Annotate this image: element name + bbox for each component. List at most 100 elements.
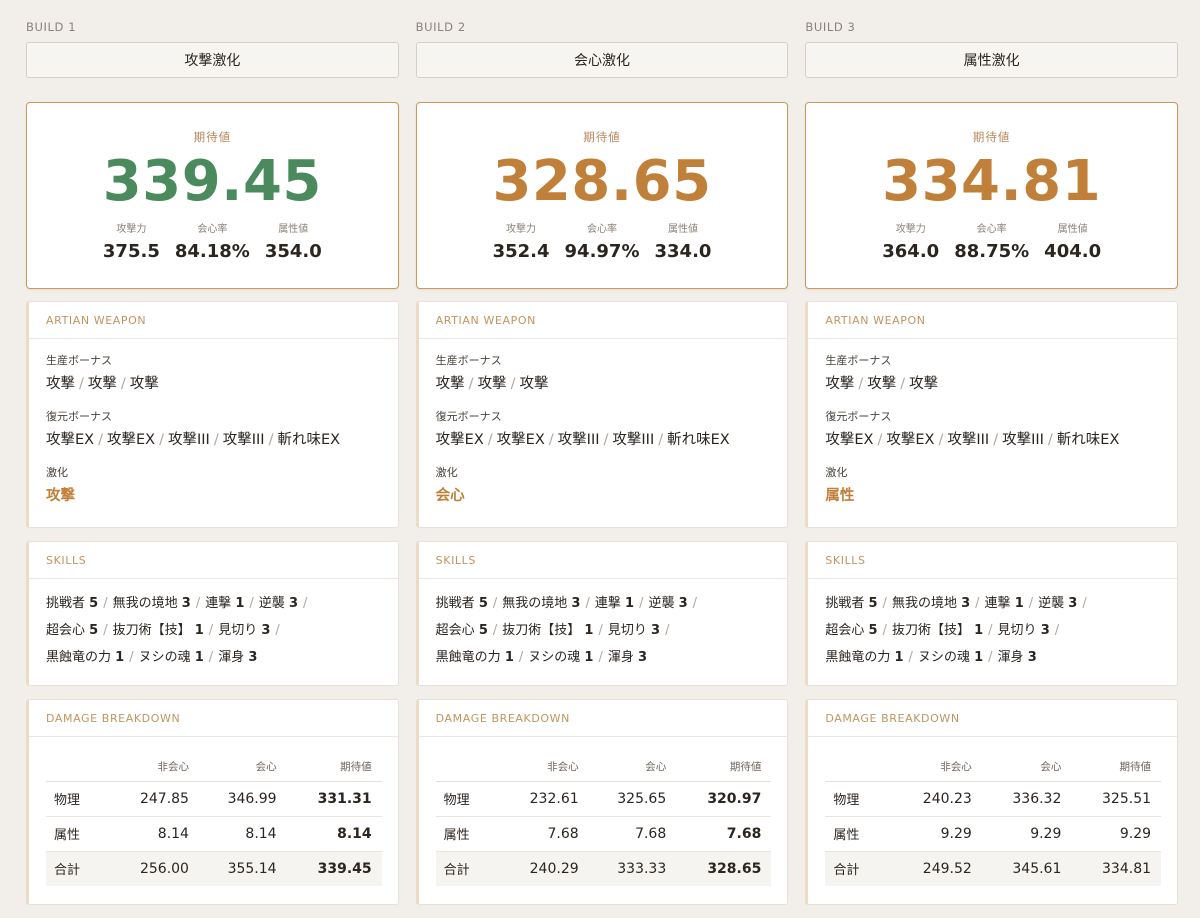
gekika-value: 攻撃 (46, 488, 75, 504)
stat: 属性値 404.0 (1044, 220, 1101, 262)
restoration-bonus-label: 復元ボーナス (435, 410, 502, 423)
skill-name: 超会心 (46, 623, 86, 638)
row-label: 合計 (825, 851, 893, 886)
table-header: 非会心 会心 期待値 (435, 753, 772, 782)
stat-value: 334.0 (654, 241, 712, 262)
panel-body: 生産ボーナス 攻撃 / 攻撃 / 攻撃 復元ボーナス 攻撃EX / 攻撃EX / 攻撃III / 攻撃II… (419, 339, 788, 507)
separator: / (518, 650, 524, 665)
skill-level: 1 (504, 650, 514, 665)
skill-item: 挑戦者 5 (825, 596, 877, 611)
bonus-item: 攻撃III (557, 432, 600, 448)
table-row: 属性 7.68 7.68 7.68 (435, 816, 772, 852)
separator: / (988, 623, 993, 638)
column-header (46, 753, 112, 782)
damage-breakdown-panel: DAMAGE BREAKDOWN 非会心 会心 期待値 物理 232.61 325.65 32… (415, 699, 789, 905)
separator: / (938, 432, 944, 448)
stat-label: 属性値 (1057, 224, 1088, 235)
separator: / (208, 650, 214, 665)
stat-row: 攻撃力 375.5 会心率 84.18% 属性値 354.0 (103, 220, 322, 262)
skill-level: 3 (1068, 596, 1078, 611)
skill-item: 無我の境地 3 (892, 596, 970, 611)
separator: / (468, 376, 474, 392)
expected-cell: 325.51 (1071, 781, 1162, 817)
skill-line: 黒蝕竜の力 1 / ヌシの魂 1 / 渾身 3 (825, 644, 1169, 671)
skill-name: 挑戦者 (46, 596, 86, 611)
skill-level: 5 (478, 596, 488, 611)
crit-cell: 346.99 (198, 781, 287, 817)
skill-item: 連撃 1 (985, 596, 1024, 611)
skill-level: 1 (974, 650, 984, 665)
skill-level: 1 (584, 623, 594, 638)
bonus-item: 攻撃 (825, 376, 855, 392)
skill-name: 連撃 (594, 596, 621, 611)
production-bonus-label: 生産ボーナス (46, 354, 112, 367)
row-label: 物理 (46, 781, 112, 817)
column-header: 会心 (981, 753, 1072, 782)
build-label: BUILD 3 (805, 20, 856, 34)
build-name-button[interactable]: 属性激化 (805, 42, 1179, 78)
panel-title: DAMAGE BREAKDOWN (29, 700, 398, 737)
artian-weapon-panel: ARTIAN WEAPON 生産ボーナス 攻撃 / 攻撃 / 攻撃 復元ボーナス 攻撃EX / 攻撃… (26, 301, 399, 528)
noncrit-cell: 9.29 (892, 816, 982, 852)
bonus-item: 攻撃EX (435, 432, 484, 448)
separator: / (603, 432, 609, 448)
crit-cell: 8.14 (198, 816, 287, 852)
separator: / (213, 432, 219, 448)
separator: / (103, 596, 108, 611)
skill-level: 1 (894, 650, 904, 665)
build-name-button[interactable]: 会心激化 (415, 42, 789, 78)
score-label: 期待値 (583, 130, 621, 144)
score-value: 328.65 (492, 149, 712, 214)
skill-name: 挑戦者 (435, 596, 475, 611)
skill-name: 連撃 (205, 596, 232, 611)
stat-label: 会心率 (197, 224, 228, 235)
column-header: 期待値 (1071, 753, 1162, 782)
bonus-item: 攻撃 (909, 376, 939, 392)
build-label: BUILD 1 (26, 20, 77, 34)
stat: 会心率 84.18% (175, 220, 250, 262)
skill-item: 挑戦者 5 (46, 596, 98, 611)
gekika-label: 激化 (435, 466, 458, 479)
bonus-item: 攻撃EX (496, 432, 545, 448)
skill-line: 超会心 5 / 抜刀術【技】 1 / 見切り 3 / (436, 617, 780, 644)
column-header: 会心 (588, 753, 677, 782)
skills-panel: SKILLS 挑戦者 5 / 無我の境地 3 / 連撃 1 / 逆襲 3 / 超会心 5 / 抜刀術【… (415, 541, 789, 686)
stat-label: 会心率 (976, 224, 1007, 235)
bonus-item: 攻撃 (87, 376, 117, 392)
separator: / (120, 376, 126, 392)
stat: 会心率 88.75% (954, 220, 1029, 262)
separator: / (98, 432, 103, 448)
separator: / (1028, 596, 1034, 611)
expected-cell: 328.65 (676, 851, 772, 886)
expected-cell: 331.31 (286, 781, 382, 817)
skill-line: 超会心 5 / 抜刀術【技】 1 / 見切り 3 / (46, 617, 390, 644)
separator: / (665, 623, 670, 638)
skill-level: 3 (678, 596, 688, 611)
skill-line: 挑戦者 5 / 無我の境地 3 / 連撃 1 / 逆襲 3 / (46, 590, 390, 617)
row-label: 物理 (825, 781, 893, 817)
skill-item: 無我の境地 3 (502, 596, 580, 611)
skill-item: ヌシの魂 1 (139, 650, 204, 665)
separator: / (510, 376, 516, 392)
skill-level: 5 (478, 623, 488, 638)
skill-name: 抜刀術【技】 (112, 623, 191, 638)
panel-title: ARTIAN WEAPON (29, 302, 398, 339)
separator: / (268, 432, 274, 448)
build-column-1: BUILD 1 攻撃激化 期待値 339.45 攻撃力 375.5 会心率 84.18% 属性値… (26, 18, 399, 918)
stat-label: 攻撃力 (116, 224, 147, 235)
crit-cell: 336.32 (981, 781, 1072, 817)
bonus-item: 攻撃III (612, 432, 655, 448)
table-row: 物理 247.85 346.99 331.31 (46, 781, 382, 817)
table-header: 非会心 会心 期待値 (46, 753, 382, 782)
bonus-item: 攻撃III (947, 432, 990, 448)
column-header: 非会心 (892, 753, 982, 782)
row-label: 合計 (435, 851, 502, 886)
bonus-item: 攻撃 (519, 376, 549, 392)
crit-cell: 7.68 (588, 816, 677, 852)
build-name-button[interactable]: 攻撃激化 (26, 42, 399, 78)
panel-body: 生産ボーナス 攻撃 / 攻撃 / 攻撃 復元ボーナス 攻撃EX / 攻撃EX / 攻撃III / 攻撃II… (808, 339, 1177, 507)
noncrit-cell: 249.52 (892, 851, 982, 886)
expected-cell: 8.14 (286, 816, 382, 852)
noncrit-cell: 7.68 (501, 816, 589, 852)
expected-cell: 7.68 (676, 816, 772, 852)
